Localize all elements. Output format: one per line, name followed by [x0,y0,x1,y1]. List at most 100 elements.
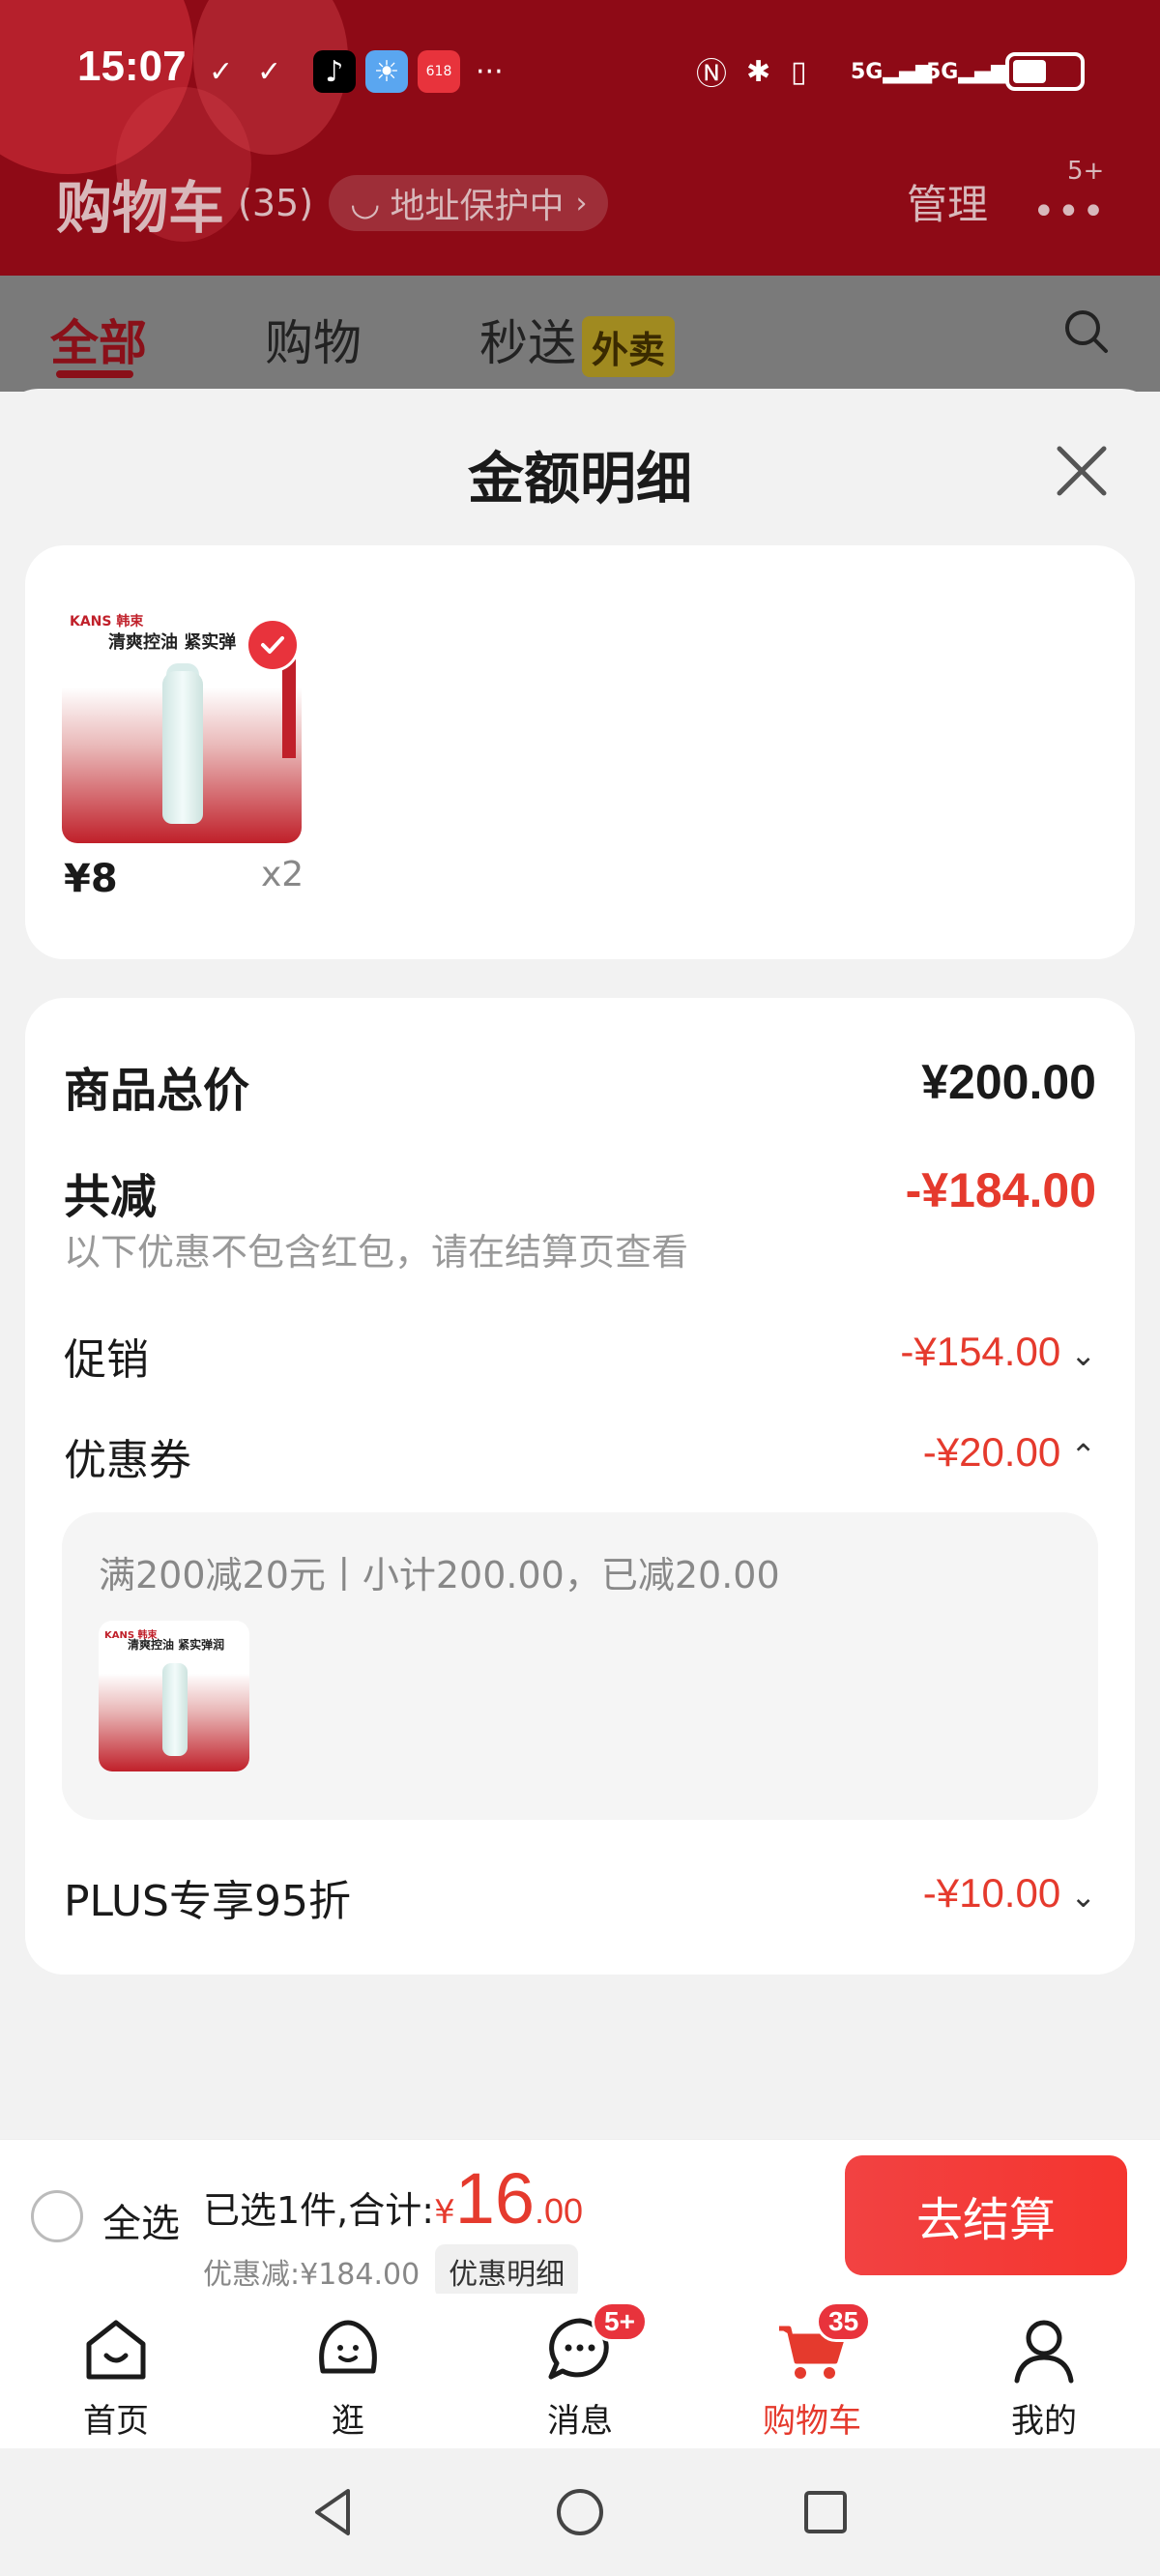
address-protect-label: 地址保护中 [390,187,565,226]
discount-text: 优惠减:¥184.00 [203,2258,420,2292]
coupon-detail-box: 满200减20元丨小计200.00，已减20.00 KANS 韩束 清爽控油 紧… [62,1512,1098,1820]
close-icon[interactable] [1052,441,1112,501]
total-price-value: ¥200.00 [921,1055,1096,1109]
plus-discount-row[interactable]: -¥10.00 ⌄ [923,1870,1096,1917]
tiktok-icon: ♪ [313,50,356,93]
bluetooth-icon: ✱ [746,54,771,89]
app-badge-text: 618 [425,64,452,79]
checkout-bar: 全选 已选1件,合计:¥16.00 优惠减:¥184.00 优惠明细 去结算 [0,2139,1160,2298]
tabbar-profile[interactable]: 我的 [947,2294,1141,2448]
back-nav-icon[interactable] [305,2483,363,2541]
promo-row[interactable]: -¥154.00 ⌄ [900,1329,1096,1375]
promo-value: -¥154.00 [900,1329,1061,1374]
tab-active-indicator [56,370,133,378]
select-all-label[interactable]: 全选 [102,2192,180,2248]
coupon-label: 优惠券 [64,1436,191,1485]
selected-products-card: KANS 韩束 清爽控油 紧实弹 ¥8 x2 [25,545,1135,959]
product-slogan: 清爽控油 紧实弹 [108,632,237,653]
status-bar: 15:07 ✓ ✓ ♪ ☀ 618 ··· Ⓝ ✱ ▯ 5G ▂▄▆ 5G▂▄▆ [0,0,1160,145]
selected-text: 已选1件,合计: [203,2189,435,2232]
tab-instant-delivery[interactable]: 秒送 外卖 [479,305,676,377]
bottle-image [162,671,203,824]
cart-tabs: 全部 购物 秒送 外卖 [0,276,1160,392]
total-reduction-value: -¥184.00 [905,1163,1096,1217]
cart-page-header-bg: 15:07 ✓ ✓ ♪ ☀ 618 ··· Ⓝ ✱ ▯ 5G ▂▄▆ 5G▂▄▆ … [0,0,1160,276]
reduction-note: 以下优惠不包含红包，请在结算页查看 [64,1231,689,1273]
tabbar-messages[interactable]: 5+ 消息 [483,2294,677,2448]
browse-icon [319,2320,377,2374]
tabbar-browse[interactable]: 逛 [251,2294,445,2448]
wechat-icon: ✓ [257,54,282,89]
plus-discount-value: -¥10.00 [922,1870,1061,1916]
search-icon[interactable] [1061,307,1110,355]
coupon-product-image: KANS 韩束 清爽控油 紧实弹润 [99,1621,249,1771]
discount-detail-button[interactable]: 优惠明细 [435,2244,579,2298]
bottom-tab-bar: 首页 逛 5+ 消息 35 购物车 我的 [0,2294,1160,2448]
home-icon [86,2320,146,2380]
total-price-label: 商品总价 [64,1064,250,1118]
promo-label: 促销 [64,1335,149,1385]
price-breakdown-card: 商品总价 ¥200.00 共减 -¥184.00 以下优惠不包含红包，请在结算页… [25,998,1135,1975]
tabbar-cart[interactable]: 35 购物车 [715,2294,909,2448]
coupon-row[interactable]: -¥20.00 ⌃ [923,1429,1096,1476]
weather-icon: ☀ [365,50,408,93]
jd-app-icon: 618 [418,50,460,93]
cart-count: (35) [238,182,314,224]
manage-button[interactable]: 管理 [907,172,988,231]
vibrate-icon: ▯ [791,54,807,89]
page-title: 购物车 [56,175,225,241]
total-currency: ¥ [434,2193,455,2232]
coupon-bottle-image [162,1663,188,1756]
amount-detail-sheet: 金额明细 KANS 韩束 清爽控油 紧实弹 ¥8 x2 商品总价 ¥200.00… [0,389,1160,2139]
checkout-button[interactable]: 去结算 [845,2155,1127,2275]
network-type: 5G [851,59,884,84]
nfc-icon: Ⓝ [696,55,728,92]
total-reduction-label: 共减 [64,1170,158,1224]
takeout-tag: 外卖 [582,316,676,377]
address-protect-button[interactable]: ◡ 地址保护中 › [329,175,609,231]
chevron-down-icon: ⌄ [1070,1879,1096,1914]
cart-badge: 35 [816,2301,872,2342]
selected-summary: 已选1件,合计:¥16.00 [203,2157,583,2239]
coupon-product-slogan: 清爽控油 紧实弹润 [128,1638,225,1652]
coupon-value: -¥20.00 [922,1429,1061,1475]
total-integer: 16 [454,2158,536,2239]
tabbar-home-label: 首页 [83,2402,149,2441]
chevron-down-icon: ⌄ [1070,1337,1096,1372]
coupon-detail-text: 满200减20元丨小计200.00，已减20.00 [99,1554,780,1596]
more-badge: 5+ [1067,157,1105,186]
tabbar-cart-label: 购物车 [763,2402,861,2441]
select-all-radio[interactable] [31,2190,83,2242]
battery-icon [1005,52,1085,91]
tab-shopping[interactable]: 购物 [265,305,362,374]
smile-icon: ◡ [350,183,381,223]
tabbar-browse-label: 逛 [332,2402,364,2441]
total-decimal: .00 [535,2191,584,2231]
sheet-title: 金额明细 [467,446,692,512]
more-notifications-icon: ··· [476,54,504,89]
home-nav-icon[interactable] [551,2483,609,2541]
product-quantity: x2 [261,855,304,894]
status-time: 15:07 [77,43,187,90]
profile-icon [1014,2320,1074,2384]
cart-header: 购物车 (35) ◡ 地址保护中 › [56,162,609,244]
chevron-right-icon: › [575,186,588,220]
checkmark-icon[interactable] [246,618,300,672]
chevron-up-icon: ⌃ [1070,1438,1096,1473]
tab-instant-label: 秒送 [479,315,576,371]
tab-all[interactable]: 全部 [50,305,147,374]
tabbar-profile-label: 我的 [1011,2402,1077,2441]
tabbar-messages-label: 消息 [547,2402,613,2441]
signal-5g-icon: 5G▂▄▆ [926,59,1008,84]
recents-nav-icon[interactable] [797,2483,855,2541]
product-brand: KANS 韩束 [70,614,144,629]
signal-5g-icon: 5G▂▄▆ [851,59,933,84]
tabbar-home[interactable]: 首页 [19,2294,213,2448]
wechat-icon: ✓ [209,54,234,89]
plus-discount-label: PLUS专享95折 [64,1877,351,1926]
discount-summary: 优惠减:¥184.00 优惠明细 [203,2244,579,2298]
more-icon[interactable]: ••• [1032,190,1107,234]
message-badge: 5+ [592,2301,648,2342]
system-nav-bar [0,2448,1160,2576]
product-price: ¥8 [64,857,118,901]
